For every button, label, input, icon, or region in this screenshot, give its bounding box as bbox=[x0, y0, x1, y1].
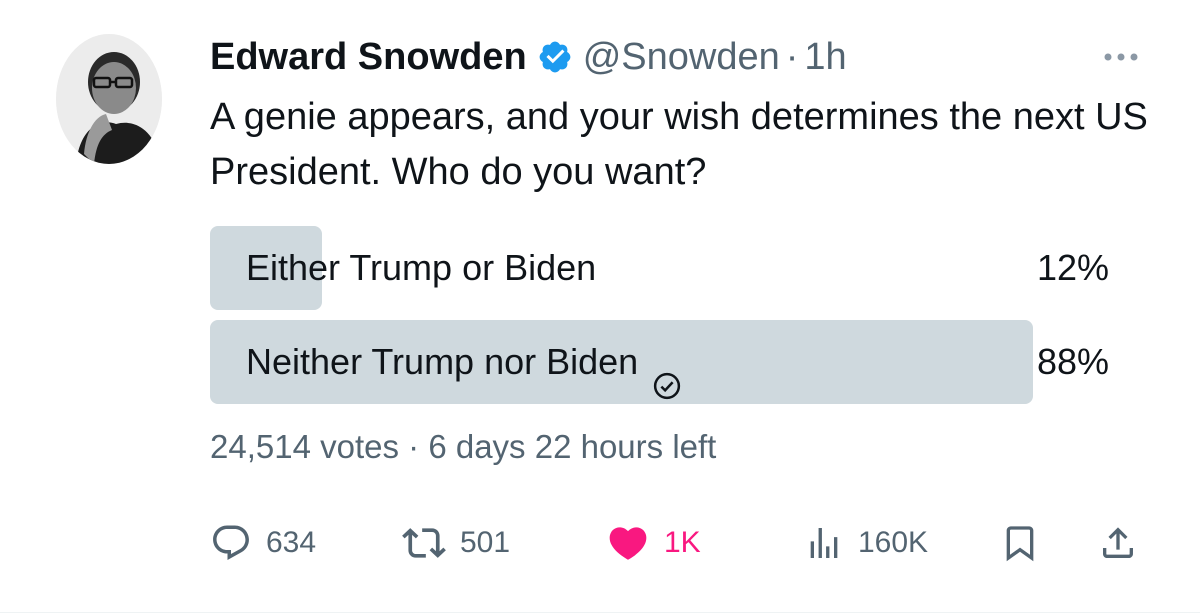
views-button[interactable]: 160K bbox=[804, 516, 928, 570]
retweet-icon bbox=[402, 528, 446, 558]
bookmark-icon bbox=[1006, 526, 1034, 562]
poll-option-text: Either Trump or Biden bbox=[246, 247, 597, 288]
poll-option-label: Either Trump or Biden bbox=[246, 226, 596, 310]
poll-option-percent: 88% bbox=[1036, 341, 1109, 382]
poll-time-left: 6 days 22 hours left bbox=[428, 428, 717, 465]
more-horizontal-icon bbox=[1104, 53, 1138, 61]
verified-badge-icon[interactable] bbox=[537, 39, 573, 75]
retweet-count: 501 bbox=[460, 526, 511, 559]
reply-button[interactable]: 634 bbox=[210, 516, 316, 570]
retweet-button[interactable]: 501 bbox=[402, 516, 510, 570]
reply-count: 634 bbox=[266, 526, 317, 559]
poll-votes: 24,514 votes bbox=[210, 428, 399, 465]
bookmark-button[interactable] bbox=[1000, 516, 1040, 570]
header-separator: · bbox=[785, 35, 799, 78]
tweet-card[interactable]: Edward Snowden @Snowden · 1h A genie app… bbox=[0, 0, 1200, 613]
share-icon bbox=[1103, 527, 1133, 558]
share-button[interactable] bbox=[1098, 516, 1138, 570]
poll-meta: 24,514 votes · 6 days 22 hours left bbox=[210, 428, 716, 466]
tweet-text: A genie appears, and your wish determine… bbox=[210, 96, 1148, 193]
heart-filled-icon bbox=[609, 527, 647, 560]
reply-icon bbox=[213, 525, 249, 560]
more-options-button[interactable] bbox=[1098, 42, 1144, 72]
author-display-name[interactable]: Edward Snowden bbox=[210, 36, 527, 79]
tweet-timestamp[interactable]: 1h bbox=[804, 36, 846, 79]
avatar-photo bbox=[56, 34, 162, 164]
poll-option-percent: 12% bbox=[1036, 247, 1109, 288]
avatar[interactable] bbox=[56, 34, 162, 164]
poll: Either Trump or Biden 12% Neither Trump … bbox=[210, 226, 1115, 414]
poll-option-either[interactable]: Either Trump or Biden 12% bbox=[210, 226, 1115, 310]
analytics-icon bbox=[810, 528, 838, 558]
poll-option-text: Neither Trump nor Biden bbox=[246, 341, 639, 382]
poll-meta-separator: · bbox=[408, 428, 420, 465]
author-handle[interactable]: @Snowden bbox=[583, 36, 780, 79]
tweet-header: Edward Snowden @Snowden · 1h bbox=[210, 32, 847, 82]
action-bar: 634 501 1K 160K bbox=[210, 516, 1150, 570]
poll-option-neither[interactable]: Neither Trump nor Biden 88% bbox=[210, 320, 1115, 404]
views-count: 160K bbox=[858, 526, 929, 559]
like-button[interactable]: 1K bbox=[606, 516, 701, 570]
like-count: 1K bbox=[664, 526, 701, 559]
check-circle-icon bbox=[652, 347, 682, 400]
poll-option-label: Neither Trump nor Biden bbox=[246, 320, 682, 404]
